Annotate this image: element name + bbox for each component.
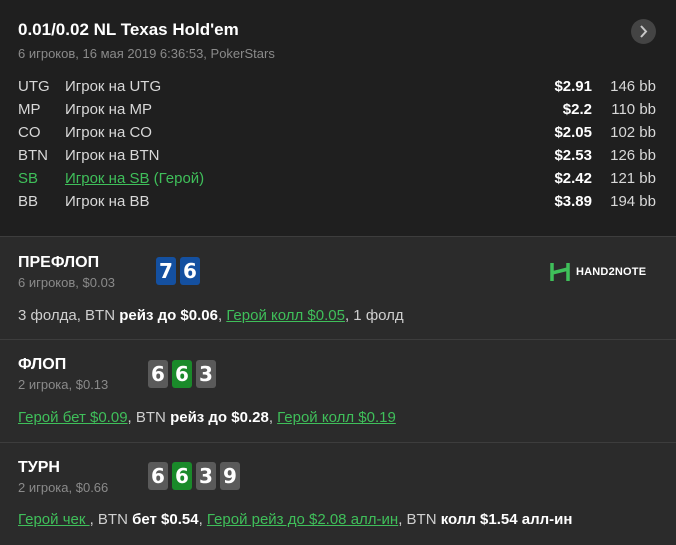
hole-cards: 7 6 xyxy=(156,257,200,285)
hand2note-logo: HAND2NOTE xyxy=(550,261,646,283)
hero-tag: (Герой) xyxy=(149,170,205,187)
player-row-sb-hero: SB Игрок на SB (Герой) $2.42 121 bb xyxy=(18,170,658,193)
player-stack: $2.91 xyxy=(554,78,592,95)
action-text: , BTN xyxy=(127,409,171,426)
hero-action-link[interactable]: Герой колл $0.19 xyxy=(277,409,396,426)
player-position: SB xyxy=(18,170,39,187)
card: 9 xyxy=(220,462,240,490)
hand-subtitle: 6 игроков, 16 мая 2019 6:36:53, PokerSta… xyxy=(18,46,275,61)
card: 6 xyxy=(180,257,200,285)
hand2note-logo-icon xyxy=(550,263,570,281)
player-row-bb: BB Игрок на BB $3.89 194 bb xyxy=(18,193,658,216)
card: 6 xyxy=(148,360,168,388)
hand-header: 0.01/0.02 NL Texas Hold'em 6 игроков, 16… xyxy=(0,0,676,236)
street-preflop: ПРЕФЛОП 6 игроков, $0.03 7 6 HAND2NOTE 3… xyxy=(0,236,676,339)
player-position: CO xyxy=(18,124,41,141)
player-row-co: CO Игрок на CO $2.05 102 bb xyxy=(18,124,658,147)
action-separator: , xyxy=(198,511,207,528)
street-title: ПРЕФЛОП xyxy=(18,254,100,271)
street-actions: Герой бет $0.09, BTN рейз до $0.28, Геро… xyxy=(18,409,396,426)
street-title: ФЛОП xyxy=(18,356,67,373)
player-name[interactable]: Игрок на SB (Герой) xyxy=(65,170,204,187)
street-info: 6 игроков, $0.03 xyxy=(18,275,116,290)
player-position: BTN xyxy=(18,147,48,164)
player-stack-bb: 194 bb xyxy=(610,193,656,210)
player-position: MP xyxy=(18,101,41,118)
hero-action-link[interactable]: Герой чек xyxy=(18,511,90,528)
players-list: UTG Игрок на UTG $2.91 146 bb MP Игрок н… xyxy=(18,78,658,216)
action-text: 3 фолда, BTN xyxy=(18,307,120,324)
player-stack: $2.42 xyxy=(554,170,592,187)
player-stack-bb: 146 bb xyxy=(610,78,656,95)
street-info: 2 игрока, $0.13 xyxy=(18,377,109,392)
action-text: , BTN xyxy=(398,511,441,528)
hero-action-link[interactable]: Герой бет $0.09 xyxy=(18,409,128,426)
action-text: , BTN xyxy=(89,511,133,528)
chevron-right-icon xyxy=(640,25,648,38)
action-separator: , xyxy=(268,409,278,426)
card: 7 xyxy=(156,257,176,285)
player-row-mp: MP Игрок на MP $2.2 110 bb xyxy=(18,101,658,124)
player-stack: $2.05 xyxy=(554,124,592,141)
street-turn: ТУРН 2 игрока, $0.66 6 6 3 9 Герой чек ,… xyxy=(0,442,676,545)
card: 6 xyxy=(148,462,168,490)
player-stack-bb: 110 bb xyxy=(611,101,656,118)
street-info: 2 игрока, $0.66 xyxy=(18,480,109,495)
card: 3 xyxy=(196,462,216,490)
hand2note-logo-text: HAND2NOTE xyxy=(576,266,647,278)
board-cards: 6 6 3 xyxy=(148,360,216,388)
street-title: ТУРН xyxy=(18,459,60,476)
player-stack: $2.53 xyxy=(554,147,592,164)
board-cards: 6 6 3 9 xyxy=(148,462,240,490)
player-stack-bb: 126 bb xyxy=(610,147,656,164)
action-text: , 1 фолд xyxy=(344,307,404,324)
hero-name-link[interactable]: Игрок на SB xyxy=(65,170,149,187)
action-text: рейз до $0.06 xyxy=(119,307,218,324)
player-position: UTG xyxy=(18,78,50,95)
player-position: BB xyxy=(18,193,39,210)
player-name: Игрок на UTG xyxy=(65,78,162,95)
player-stack-bb: 121 bb xyxy=(610,170,656,187)
hand-title: 0.01/0.02 NL Texas Hold'em xyxy=(18,20,239,39)
player-name: Игрок на BB xyxy=(65,193,150,210)
player-stack: $3.89 xyxy=(554,193,592,210)
street-flop: ФЛОП 2 игрока, $0.13 6 6 3 Герой бет $0.… xyxy=(0,339,676,442)
card: 3 xyxy=(196,360,216,388)
street-actions: Герой чек , BTN бет $0.54, Герой рейз до… xyxy=(18,511,572,528)
street-actions: 3 фолда, BTN рейз до $0.06, Герой колл $… xyxy=(18,307,404,324)
player-name: Игрок на CO xyxy=(65,124,152,141)
next-hand-button[interactable] xyxy=(631,19,656,44)
action-text: бет $0.54 xyxy=(132,511,199,528)
card: 6 xyxy=(172,462,192,490)
player-row-btn: BTN Игрок на BTN $2.53 126 bb xyxy=(18,147,658,170)
player-name: Игрок на MP xyxy=(65,101,152,118)
player-row-utg: UTG Игрок на UTG $2.91 146 bb xyxy=(18,78,658,101)
hero-action-link[interactable]: Герой рейз до $2.08 алл-ин xyxy=(207,511,398,528)
card: 6 xyxy=(172,360,192,388)
hero-action-link[interactable]: Герой колл $0.05 xyxy=(226,307,345,324)
player-name: Игрок на BTN xyxy=(65,147,160,164)
player-stack-bb: 102 bb xyxy=(610,124,656,141)
player-stack: $2.2 xyxy=(562,101,592,118)
action-text: рейз до $0.28 xyxy=(170,409,269,426)
action-text: колл $1.54 алл-ин xyxy=(440,511,573,528)
